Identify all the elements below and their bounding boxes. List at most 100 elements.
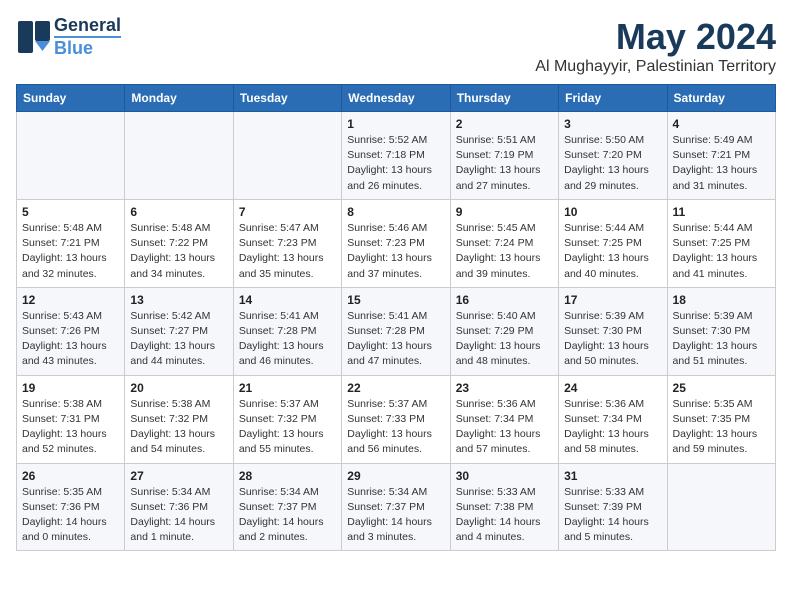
day-info: Sunrise: 5:52 AM Sunset: 7:18 PM Dayligh… [347,133,444,194]
calendar-week-4: 19 Sunrise: 5:38 AM Sunset: 7:31 PM Dayli… [17,375,776,463]
logo-general: General [54,16,121,36]
day-info: Sunrise: 5:41 AM Sunset: 7:28 PM Dayligh… [239,309,336,370]
calendar-cell: 14 Sunrise: 5:41 AM Sunset: 7:28 PM Dayli… [233,287,341,375]
logo: General Blue [16,16,121,59]
calendar-cell: 3 Sunrise: 5:50 AM Sunset: 7:20 PM Daylig… [559,112,667,200]
calendar-cell: 6Sunrise: 5:48 AM Sunset: 7:22 PM Daylig… [125,199,233,287]
day-number: 18 [673,293,770,307]
day-number: 11 [673,205,770,219]
day-info: Sunrise: 5:44 AM Sunset: 7:25 PM Dayligh… [564,221,661,282]
calendar-cell: 23 Sunrise: 5:36 AM Sunset: 7:34 PM Dayli… [450,375,558,463]
calendar-cell: 17 Sunrise: 5:39 AM Sunset: 7:30 PM Dayli… [559,287,667,375]
calendar-table: Sunday Monday Tuesday Wednesday Thursday… [16,84,776,551]
calendar-cell: 18 Sunrise: 5:39 AM Sunset: 7:30 PM Dayli… [667,287,775,375]
calendar-cell: 21Sunrise: 5:37 AM Sunset: 7:32 PM Dayli… [233,375,341,463]
day-info: Sunrise: 5:40 AM Sunset: 7:29 PM Dayligh… [456,309,553,370]
calendar-cell: 2 Sunrise: 5:51 AM Sunset: 7:19 PM Daylig… [450,112,558,200]
day-number: 12 [22,293,119,307]
day-number: 20 [130,381,227,395]
header-friday: Friday [559,85,667,112]
day-number: 26 [22,469,119,483]
calendar-cell [125,112,233,200]
day-info: Sunrise: 5:33 AM Sunset: 7:38 PM Dayligh… [456,485,553,546]
day-number: 9 [456,205,553,219]
day-number: 5 [22,205,119,219]
calendar-cell [17,112,125,200]
calendar-cell: 15 Sunrise: 5:41 AM Sunset: 7:28 PM Dayli… [342,287,450,375]
day-number: 22 [347,381,444,395]
day-info: Sunrise: 5:44 AM Sunset: 7:25 PM Dayligh… [673,221,770,282]
day-number: 3 [564,117,661,131]
day-info: Sunrise: 5:37 AM Sunset: 7:32 PM Dayligh… [239,397,336,458]
day-info: Sunrise: 5:51 AM Sunset: 7:19 PM Dayligh… [456,133,553,194]
day-number: 27 [130,469,227,483]
header-saturday: Saturday [667,85,775,112]
calendar-cell: 24Sunrise: 5:36 AM Sunset: 7:34 PM Dayli… [559,375,667,463]
calendar-cell: 22 Sunrise: 5:37 AM Sunset: 7:33 PM Dayli… [342,375,450,463]
day-info: Sunrise: 5:38 AM Sunset: 7:32 PM Dayligh… [130,397,227,458]
day-number: 6 [130,205,227,219]
day-number: 1 [347,117,444,131]
title-block: May 2024 Al Mughayyir, Palestinian Terri… [535,16,776,76]
calendar-week-2: 5 Sunrise: 5:48 AM Sunset: 7:21 PM Daylig… [17,199,776,287]
calendar-cell: 29 Sunrise: 5:34 AM Sunset: 7:37 PM Dayli… [342,463,450,551]
day-number: 15 [347,293,444,307]
day-info: Sunrise: 5:48 AM Sunset: 7:21 PM Dayligh… [22,221,119,282]
day-number: 30 [456,469,553,483]
calendar-cell: 27Sunrise: 5:34 AM Sunset: 7:36 PM Dayli… [125,463,233,551]
day-info: Sunrise: 5:39 AM Sunset: 7:30 PM Dayligh… [564,309,661,370]
calendar-cell [667,463,775,551]
day-info: Sunrise: 5:37 AM Sunset: 7:33 PM Dayligh… [347,397,444,458]
day-number: 24 [564,381,661,395]
day-info: Sunrise: 5:47 AM Sunset: 7:23 PM Dayligh… [239,221,336,282]
day-info: Sunrise: 5:39 AM Sunset: 7:30 PM Dayligh… [673,309,770,370]
calendar-cell: 25 Sunrise: 5:35 AM Sunset: 7:35 PM Dayli… [667,375,775,463]
day-number: 16 [456,293,553,307]
day-info: Sunrise: 5:45 AM Sunset: 7:24 PM Dayligh… [456,221,553,282]
day-number: 29 [347,469,444,483]
calendar-title: May 2024 [535,16,776,58]
calendar-cell: 4Sunrise: 5:49 AM Sunset: 7:21 PM Daylig… [667,112,775,200]
day-number: 28 [239,469,336,483]
day-number: 4 [673,117,770,131]
day-info: Sunrise: 5:50 AM Sunset: 7:20 PM Dayligh… [564,133,661,194]
header-sunday: Sunday [17,85,125,112]
day-info: Sunrise: 5:38 AM Sunset: 7:31 PM Dayligh… [22,397,119,458]
day-number: 23 [456,381,553,395]
calendar-week-1: 1 Sunrise: 5:52 AM Sunset: 7:18 PM Daylig… [17,112,776,200]
calendar-header-row: Sunday Monday Tuesday Wednesday Thursday… [17,85,776,112]
calendar-cell: 19 Sunrise: 5:38 AM Sunset: 7:31 PM Dayli… [17,375,125,463]
calendar-week-5: 26 Sunrise: 5:35 AM Sunset: 7:36 PM Dayli… [17,463,776,551]
calendar-subtitle: Al Mughayyir, Palestinian Territory [535,58,776,76]
day-info: Sunrise: 5:35 AM Sunset: 7:36 PM Dayligh… [22,485,119,546]
day-number: 8 [347,205,444,219]
calendar-cell [233,112,341,200]
day-info: Sunrise: 5:35 AM Sunset: 7:35 PM Dayligh… [673,397,770,458]
calendar-cell: 28 Sunrise: 5:34 AM Sunset: 7:37 PM Dayli… [233,463,341,551]
day-info: Sunrise: 5:33 AM Sunset: 7:39 PM Dayligh… [564,485,661,546]
day-info: Sunrise: 5:36 AM Sunset: 7:34 PM Dayligh… [456,397,553,458]
day-info: Sunrise: 5:42 AM Sunset: 7:27 PM Dayligh… [130,309,227,370]
day-number: 14 [239,293,336,307]
calendar-cell: 20 Sunrise: 5:38 AM Sunset: 7:32 PM Dayli… [125,375,233,463]
day-number: 13 [130,293,227,307]
calendar-week-3: 12 Sunrise: 5:43 AM Sunset: 7:26 PM Dayli… [17,287,776,375]
calendar-cell: 12 Sunrise: 5:43 AM Sunset: 7:26 PM Dayli… [17,287,125,375]
calendar-cell: 5 Sunrise: 5:48 AM Sunset: 7:21 PM Daylig… [17,199,125,287]
calendar-cell: 8 Sunrise: 5:46 AM Sunset: 7:23 PM Daylig… [342,199,450,287]
header-thursday: Thursday [450,85,558,112]
day-number: 19 [22,381,119,395]
calendar-cell: 26 Sunrise: 5:35 AM Sunset: 7:36 PM Dayli… [17,463,125,551]
day-info: Sunrise: 5:43 AM Sunset: 7:26 PM Dayligh… [22,309,119,370]
day-number: 25 [673,381,770,395]
day-info: Sunrise: 5:34 AM Sunset: 7:37 PM Dayligh… [239,485,336,546]
day-number: 17 [564,293,661,307]
calendar-cell: 30 Sunrise: 5:33 AM Sunset: 7:38 PM Dayli… [450,463,558,551]
day-info: Sunrise: 5:34 AM Sunset: 7:37 PM Dayligh… [347,485,444,546]
day-number: 31 [564,469,661,483]
day-info: Sunrise: 5:46 AM Sunset: 7:23 PM Dayligh… [347,221,444,282]
calendar-cell: 10Sunrise: 5:44 AM Sunset: 7:25 PM Dayli… [559,199,667,287]
day-number: 2 [456,117,553,131]
logo-blue: Blue [54,36,121,59]
day-info: Sunrise: 5:41 AM Sunset: 7:28 PM Dayligh… [347,309,444,370]
